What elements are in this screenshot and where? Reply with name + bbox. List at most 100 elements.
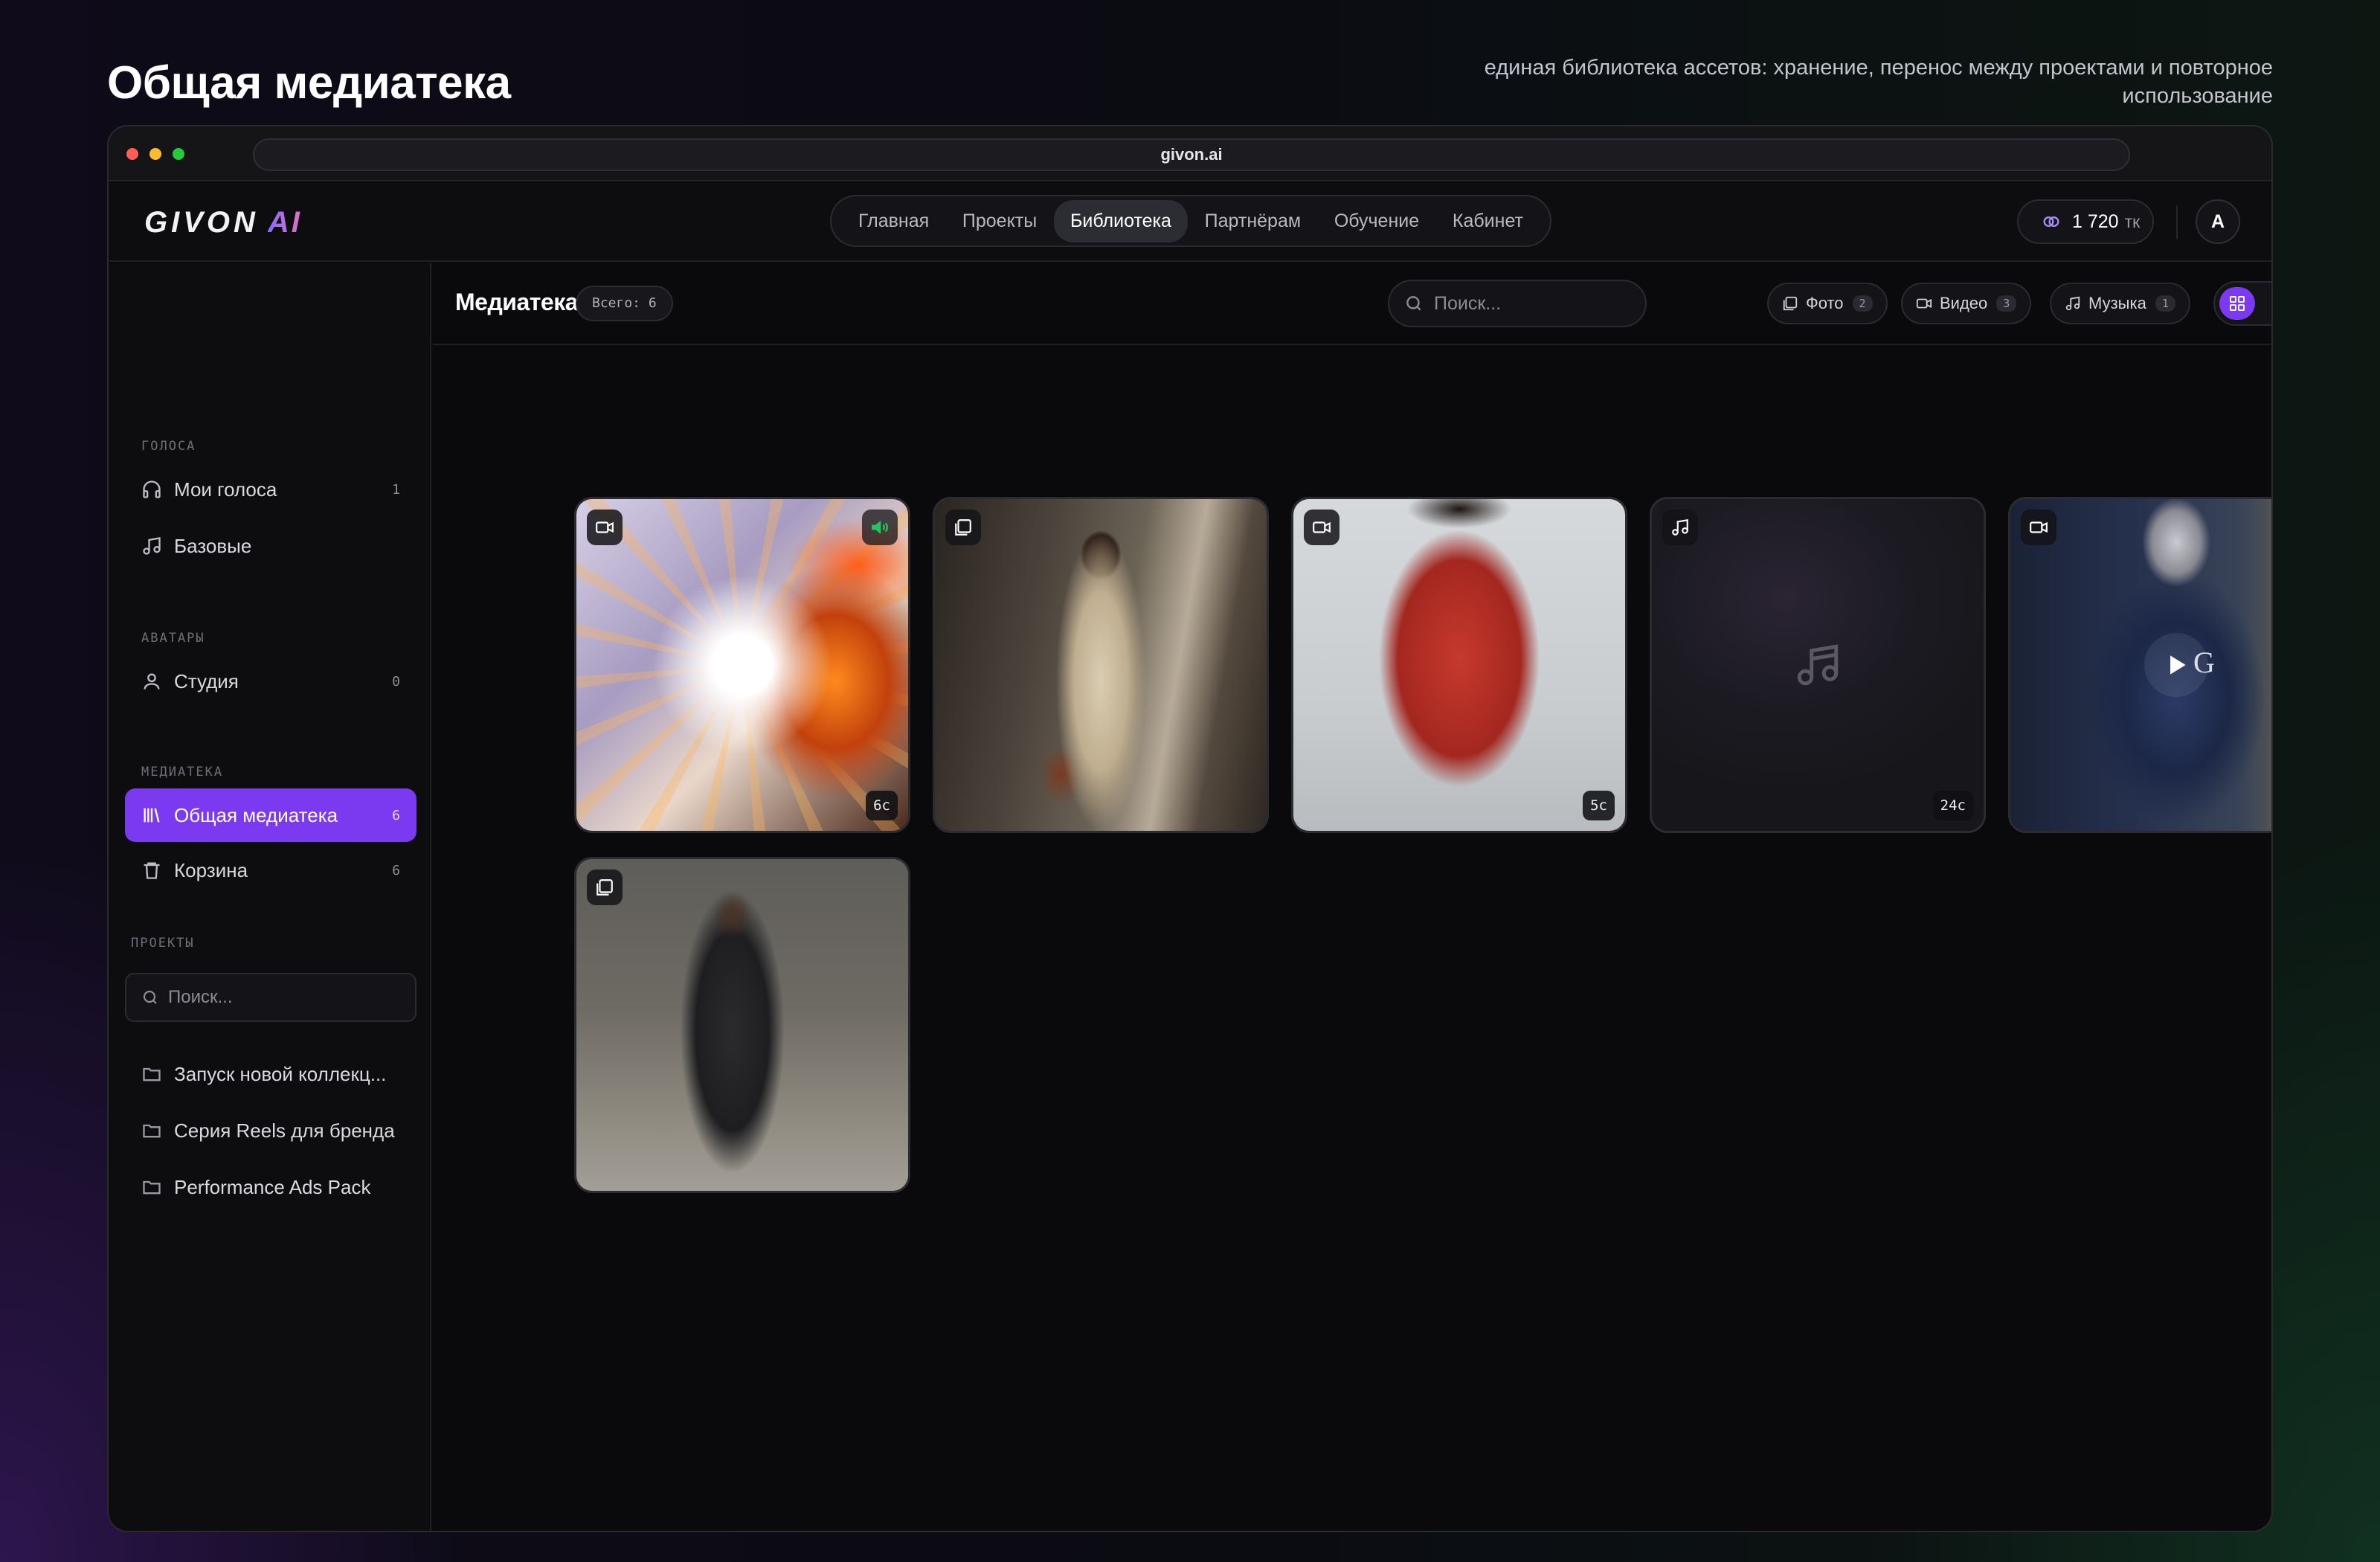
search-placeholder: Поиск... (1434, 292, 1502, 314)
header-divider (2176, 205, 2178, 240)
filter-video[interactable]: Видео 3 (1901, 283, 2032, 324)
filter-count: 2 (1852, 295, 1873, 312)
avatar[interactable]: A (2196, 199, 2240, 244)
play-button[interactable] (710, 633, 774, 697)
filter-photo[interactable]: Фото 2 (1767, 283, 1888, 324)
sidebar-item-count: 6 (392, 807, 400, 823)
page-title: Общая медиатека (107, 57, 511, 109)
photo-type-badge (945, 510, 981, 545)
play-icon (736, 655, 752, 675)
play-icon (2170, 655, 2186, 675)
address-bar[interactable]: givon.ai (253, 138, 2130, 171)
section-label-media: Медиатека (141, 765, 224, 780)
media-thumbnail (935, 499, 1267, 831)
list-icon (2270, 295, 2273, 312)
photo-icon (955, 519, 971, 536)
filter-count: 3 (1996, 295, 2017, 312)
library-toolbar: Медиатека Всего: 6 Поиск... Фото 2 Видео… (433, 263, 2271, 345)
sidebar-item-label: Базовые (174, 534, 252, 557)
sidebar-item-count: 6 (392, 862, 400, 878)
folder-icon (143, 1124, 161, 1138)
media-tile[interactable]: 24с (1650, 497, 1986, 833)
nav-projects[interactable]: Проекты (946, 200, 1053, 242)
token-balance[interactable]: 1 720 тк (2017, 199, 2154, 244)
nav-library[interactable]: Библиотека (1053, 199, 1188, 242)
music-type-badge (1662, 510, 1698, 545)
balance-value: 1 720 (2072, 210, 2119, 232)
project-label: Performance Ads Pack (174, 1175, 371, 1198)
sidebar-project-item[interactable]: Запуск новой коллекц... (125, 1047, 416, 1101)
project-label: Серия Reels для бренда (174, 1119, 395, 1142)
play-button[interactable] (2144, 633, 2208, 697)
media-tile[interactable]: 5с (1291, 497, 1627, 833)
grid-view-button[interactable] (2219, 287, 2255, 320)
sidebar-item-trash[interactable]: Корзина 6 (125, 843, 416, 897)
video-icon (2030, 521, 2048, 533)
photo-icon (596, 879, 613, 896)
video-icon (1916, 298, 1932, 309)
media-thumbnail (576, 859, 908, 1191)
library-search-input[interactable]: Поиск... (1388, 280, 1647, 327)
logo-accent: AI (267, 205, 302, 239)
user-icon (144, 673, 160, 690)
duration-label: 6с (866, 791, 898, 820)
media-tile[interactable] (933, 497, 1269, 833)
library-title: Медиатека (455, 289, 579, 315)
duration-label: 24с (1932, 791, 1973, 820)
close-window-button[interactable] (126, 148, 138, 160)
sidebar-item-count: 0 (392, 673, 400, 690)
sound-icon (872, 521, 889, 534)
browser-window: givon.ai GIVON AI Главная Проекты Библио… (107, 125, 2273, 1532)
music-note-icon (143, 537, 161, 555)
nav-account[interactable]: Кабинет (1436, 200, 1540, 242)
folder-icon (143, 1180, 161, 1195)
filter-label: Видео (1940, 294, 1988, 312)
media-thumbnail (1293, 499, 1625, 831)
minimize-window-button[interactable] (149, 148, 161, 160)
top-navigation: Главная Проекты Библиотека Партнёрам Обу… (830, 195, 1551, 247)
sidebar-item-shared-library[interactable]: Общая медиатека 6 (125, 788, 416, 842)
projects-search-placeholder: Поиск... (168, 987, 233, 1007)
filter-label: Музыка (2088, 294, 2146, 312)
nav-home[interactable]: Главная (842, 200, 945, 242)
sidebar-item-studio[interactable]: Студия 0 (125, 655, 416, 708)
filter-count: 1 (2155, 295, 2175, 312)
media-tile[interactable] (574, 857, 910, 1193)
view-toggle (2213, 281, 2273, 326)
maximize-window-button[interactable] (173, 148, 184, 160)
section-label-avatars: Аватары (141, 631, 205, 646)
logo[interactable]: GIVON AI (144, 205, 302, 240)
section-label-projects: Проекты (131, 936, 195, 951)
list-view-button[interactable] (2261, 287, 2273, 320)
media-tile[interactable]: G 5с (2008, 497, 2271, 833)
sidebar-item-my-voices[interactable]: Мои голоса 1 (125, 463, 416, 516)
sidebar-item-label: Корзина (174, 858, 248, 881)
project-label: Запуск новой коллекц... (174, 1062, 387, 1085)
sidebar-item-label: Общая медиатека (174, 803, 338, 826)
video-type-badge (2021, 510, 2056, 545)
sidebar-item-label: Студия (174, 669, 239, 692)
token-icon (2043, 216, 2059, 227)
grid-icon (2230, 296, 2245, 311)
search-icon (1406, 296, 1421, 311)
logo-text: GIVON (144, 205, 259, 239)
sidebar: Голоса Мои голоса 1 Базовые Аватары Студ… (109, 263, 431, 1531)
total-count-badge: Всего: 6 (576, 286, 673, 321)
projects-search-input[interactable]: Поиск... (125, 973, 416, 1022)
nav-learning[interactable]: Обучение (1318, 200, 1435, 242)
trash-icon (144, 862, 160, 879)
app-header: GIVON AI Главная Проекты Библиотека Парт… (109, 183, 2271, 262)
sidebar-project-item[interactable]: Серия Reels для бренда (125, 1104, 416, 1157)
filter-label: Фото (1806, 294, 1844, 312)
music-note-icon (2065, 296, 2080, 311)
nav-partners[interactable]: Партнёрам (1189, 200, 1317, 242)
filter-music[interactable]: Музыка 1 (2050, 283, 2190, 324)
music-note-icon (1672, 518, 1688, 536)
media-tile[interactable]: 6с (574, 497, 910, 833)
sidebar-item-label: Мои голоса (174, 478, 277, 501)
folder-icon (143, 1067, 161, 1081)
sidebar-project-item[interactable]: Performance Ads Pack (125, 1160, 416, 1214)
sidebar-item-base-voices[interactable]: Базовые (125, 519, 416, 573)
video-icon (1313, 521, 1331, 533)
video-icon (596, 521, 614, 533)
